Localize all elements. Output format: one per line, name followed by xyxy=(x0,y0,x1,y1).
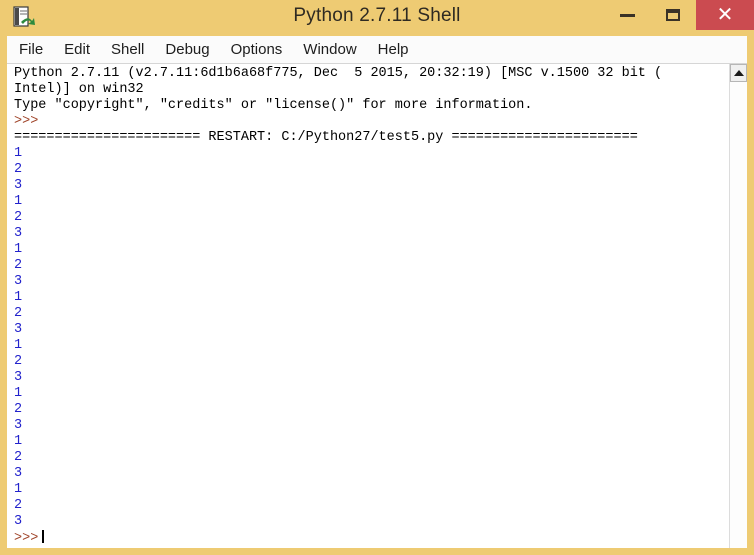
close-button[interactable]: ✕ xyxy=(696,0,754,30)
window-controls: ✕ xyxy=(604,0,754,36)
shell-output-line-4: 2 xyxy=(14,210,23,225)
shell-output-line-3: 1 xyxy=(14,194,23,209)
shell-output-line-8: 3 xyxy=(14,274,23,289)
menu-item-window[interactable]: Window xyxy=(294,39,365,60)
shell-text-area[interactable]: Python 2.7.11 (v2.7.11:6d1b6a68f775, Dec… xyxy=(7,63,747,548)
maximize-button[interactable] xyxy=(650,0,696,30)
shell-output-line-10: 2 xyxy=(14,306,23,321)
menu-bar: File Edit Shell Debug Options Window Hel… xyxy=(7,36,747,63)
minimize-icon xyxy=(619,13,635,17)
menu-item-debug[interactable]: Debug xyxy=(156,39,218,60)
shell-header-line-2: Type "copyright", "credits" or "license(… xyxy=(14,98,533,113)
shell-output-line-21: 1 xyxy=(14,482,23,497)
shell-output-line-14: 3 xyxy=(14,370,23,385)
shell-restart-banner: ======================= RESTART: C:/Pyth… xyxy=(14,130,638,145)
shell-output-line-15: 1 xyxy=(14,386,23,401)
shell-header-line-1: Intel)] on win32 xyxy=(14,82,144,97)
shell-output-line-11: 3 xyxy=(14,322,23,337)
shell-output-line-7: 2 xyxy=(14,258,23,273)
shell-output-line-5: 3 xyxy=(14,226,23,241)
text-cursor xyxy=(42,530,45,543)
shell-output-line-20: 3 xyxy=(14,466,23,481)
minimize-button[interactable] xyxy=(604,0,650,30)
shell-output-line-2: 3 xyxy=(14,178,23,193)
menu-item-help[interactable]: Help xyxy=(369,39,418,60)
shell-header-line-0: Python 2.7.11 (v2.7.11:6d1b6a68f775, Dec… xyxy=(14,66,663,81)
scroll-up-button[interactable] xyxy=(730,64,747,82)
window-frame: Python 2.7.11 Shell ✕ File Edit Shell De… xyxy=(0,0,754,555)
shell-output-line-13: 2 xyxy=(14,354,23,369)
shell-console-output[interactable]: Python 2.7.11 (v2.7.11:6d1b6a68f775, Dec… xyxy=(14,66,726,546)
shell-output-line-1: 2 xyxy=(14,162,23,177)
menu-item-shell[interactable]: Shell xyxy=(102,39,153,60)
shell-output-line-22: 2 xyxy=(14,498,23,513)
python-idle-shell-window: Python 2.7.11 Shell ✕ File Edit Shell De… xyxy=(0,0,754,555)
shell-prompt-active[interactable]: >>> xyxy=(14,530,726,546)
shell-prompt-initial: >>> xyxy=(14,114,39,129)
maximize-icon xyxy=(666,9,680,21)
menu-item-options[interactable]: Options xyxy=(222,39,292,60)
scroll-up-arrow-icon xyxy=(733,70,744,76)
shell-output-line-9: 1 xyxy=(14,290,23,305)
shell-output-line-18: 1 xyxy=(14,434,23,449)
shell-output-line-23: 3 xyxy=(14,514,23,529)
title-bar: Python 2.7.11 Shell ✕ xyxy=(0,0,754,36)
shell-output-line-12: 1 xyxy=(14,338,23,353)
shell-output-line-0: 1 xyxy=(14,146,23,161)
vertical-scrollbar[interactable] xyxy=(729,64,747,548)
close-icon: ✕ xyxy=(716,4,734,26)
menu-item-edit[interactable]: Edit xyxy=(55,39,99,60)
shell-output-line-17: 3 xyxy=(14,418,23,433)
shell-output-line-16: 2 xyxy=(14,402,23,417)
shell-output-line-6: 1 xyxy=(14,242,23,257)
menu-item-file[interactable]: File xyxy=(10,39,52,60)
scrollbar-track[interactable] xyxy=(730,82,747,548)
shell-output-line-19: 2 xyxy=(14,450,23,465)
